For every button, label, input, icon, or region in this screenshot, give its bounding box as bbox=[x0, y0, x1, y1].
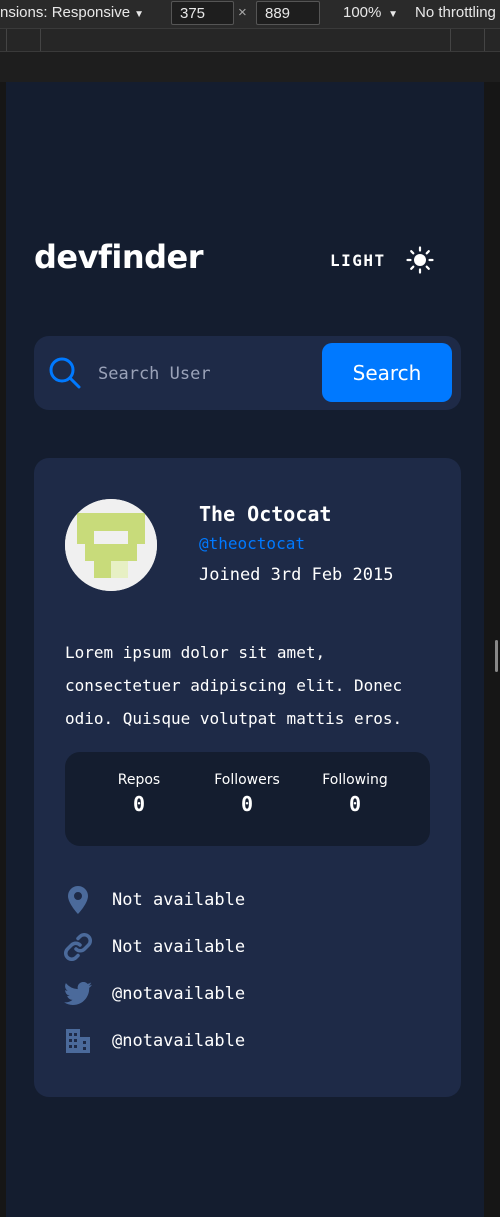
search-button[interactable]: Search bbox=[322, 343, 452, 402]
profile-name: The Octocat bbox=[199, 502, 332, 526]
dropdown-arrow-icon: ▼ bbox=[134, 9, 144, 20]
stat-value: 0 bbox=[240, 792, 254, 816]
stat-label: Followers bbox=[214, 772, 280, 788]
location-text: Not available bbox=[112, 890, 246, 910]
profile-handle-link[interactable]: @theoctocat bbox=[199, 534, 305, 553]
company-row: @notavailable bbox=[63, 1026, 245, 1056]
zoom-dropdown[interactable]: 100% ▼ bbox=[343, 4, 398, 21]
search-bar: Search bbox=[34, 336, 461, 410]
devtools-toolbar: nsions: Responsive ▼ 375 × 889 100% ▼ No … bbox=[0, 0, 500, 28]
sun-icon bbox=[406, 246, 434, 274]
times-icon: × bbox=[238, 4, 247, 21]
search-icon bbox=[49, 357, 81, 389]
resize-handle[interactable] bbox=[495, 640, 498, 672]
twitter-icon bbox=[63, 979, 93, 1009]
avatar bbox=[65, 499, 157, 591]
app-logo: devfinder bbox=[34, 238, 204, 276]
dimensions-label: nsions: Responsive bbox=[0, 4, 131, 21]
blog-text[interactable]: Not available bbox=[112, 937, 245, 957]
location-row: Not available bbox=[63, 885, 245, 915]
search-input[interactable] bbox=[96, 358, 320, 390]
stat-repos: Repos 0 bbox=[89, 772, 189, 816]
stat-value: 0 bbox=[348, 792, 362, 816]
zoom-label: 100% bbox=[343, 4, 382, 21]
throttle-dropdown[interactable]: No throttling bbox=[415, 4, 496, 21]
theme-toggle-button[interactable]: LIGHT bbox=[330, 244, 434, 276]
dropdown-arrow-icon: ▼ bbox=[385, 9, 399, 20]
blog-row: Not available bbox=[63, 932, 245, 962]
profile-card: The Octocat @theoctocat Joined 3rd Feb 2… bbox=[34, 458, 461, 1097]
stat-label: Repos bbox=[117, 772, 161, 788]
stats-panel: Repos 0 Followers 0 Following 0 bbox=[65, 752, 430, 846]
identicon-image bbox=[65, 499, 157, 591]
viewport-gutter-left bbox=[0, 82, 6, 1217]
company-icon bbox=[63, 1026, 93, 1056]
joined-date: Joined 3rd Feb 2015 bbox=[199, 565, 394, 585]
stat-following: Following 0 bbox=[305, 772, 405, 816]
viewport-gutter bbox=[0, 52, 500, 82]
stat-label: Following bbox=[322, 772, 388, 788]
profile-bio: Lorem ipsum dolor sit amet, consectetuer… bbox=[65, 643, 403, 728]
dimensions-dropdown[interactable]: nsions: Responsive ▼ bbox=[0, 4, 144, 21]
theme-label: LIGHT bbox=[330, 250, 386, 270]
twitter-text: @notavailable bbox=[112, 984, 246, 1004]
twitter-row: @notavailable bbox=[63, 979, 245, 1009]
ruler-segment[interactable] bbox=[6, 29, 7, 51]
link-icon bbox=[63, 932, 93, 962]
stat-followers: Followers 0 bbox=[197, 772, 297, 816]
location-icon bbox=[63, 885, 93, 915]
ruler-segment[interactable] bbox=[40, 29, 41, 51]
ruler-segment[interactable] bbox=[450, 29, 451, 51]
company-text: @notavailable bbox=[112, 1031, 246, 1051]
stat-value: 0 bbox=[132, 792, 146, 816]
ruler-segment[interactable] bbox=[484, 29, 485, 51]
media-query-bar bbox=[0, 28, 500, 52]
height-input[interactable]: 889 bbox=[256, 1, 320, 25]
width-input[interactable]: 375 bbox=[171, 1, 234, 25]
